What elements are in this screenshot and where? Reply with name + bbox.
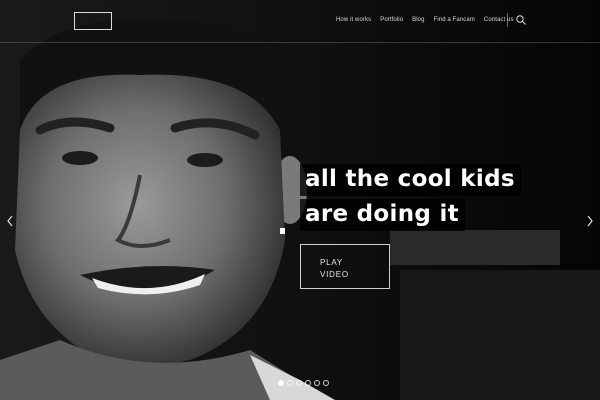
hero-slider: How it works Portfolio Blog Find a Fanca… (0, 0, 600, 400)
slider-dot[interactable] (323, 380, 329, 386)
play-video-button[interactable]: PLAY VIDEO (300, 244, 390, 289)
slider-dot[interactable] (296, 380, 302, 386)
slider-dot[interactable] (305, 380, 311, 386)
play-label-line-1: PLAY (320, 258, 344, 267)
hero-headline: all the cool kids are doing it (300, 164, 521, 234)
logo[interactable] (74, 12, 112, 30)
search-icon[interactable] (515, 14, 527, 26)
nav-how-it-works[interactable]: How it works (336, 14, 371, 26)
slider-dot[interactable] (314, 380, 320, 386)
chevron-left-icon[interactable] (5, 214, 15, 228)
nav-find-a-fancam[interactable]: Find a Fancam (434, 14, 475, 26)
chevron-right-icon[interactable] (585, 214, 595, 228)
slider-pagination (278, 380, 329, 386)
nav-portfolio[interactable]: Portfolio (380, 14, 403, 26)
headline-line-2: are doing it (300, 199, 465, 231)
play-label-line-2: VIDEO (320, 270, 349, 279)
slider-dot[interactable] (287, 380, 293, 386)
main-menu: How it works Portfolio Blog Find a Fanca… (336, 14, 514, 26)
slider-dot[interactable] (278, 380, 284, 386)
top-navigation: How it works Portfolio Blog Find a Fanca… (0, 0, 600, 43)
nav-contact-us[interactable]: Contact us (484, 14, 514, 26)
headline-line-1: all the cool kids (300, 164, 521, 196)
nav-divider (507, 13, 508, 27)
nav-blog[interactable]: Blog (412, 14, 424, 26)
